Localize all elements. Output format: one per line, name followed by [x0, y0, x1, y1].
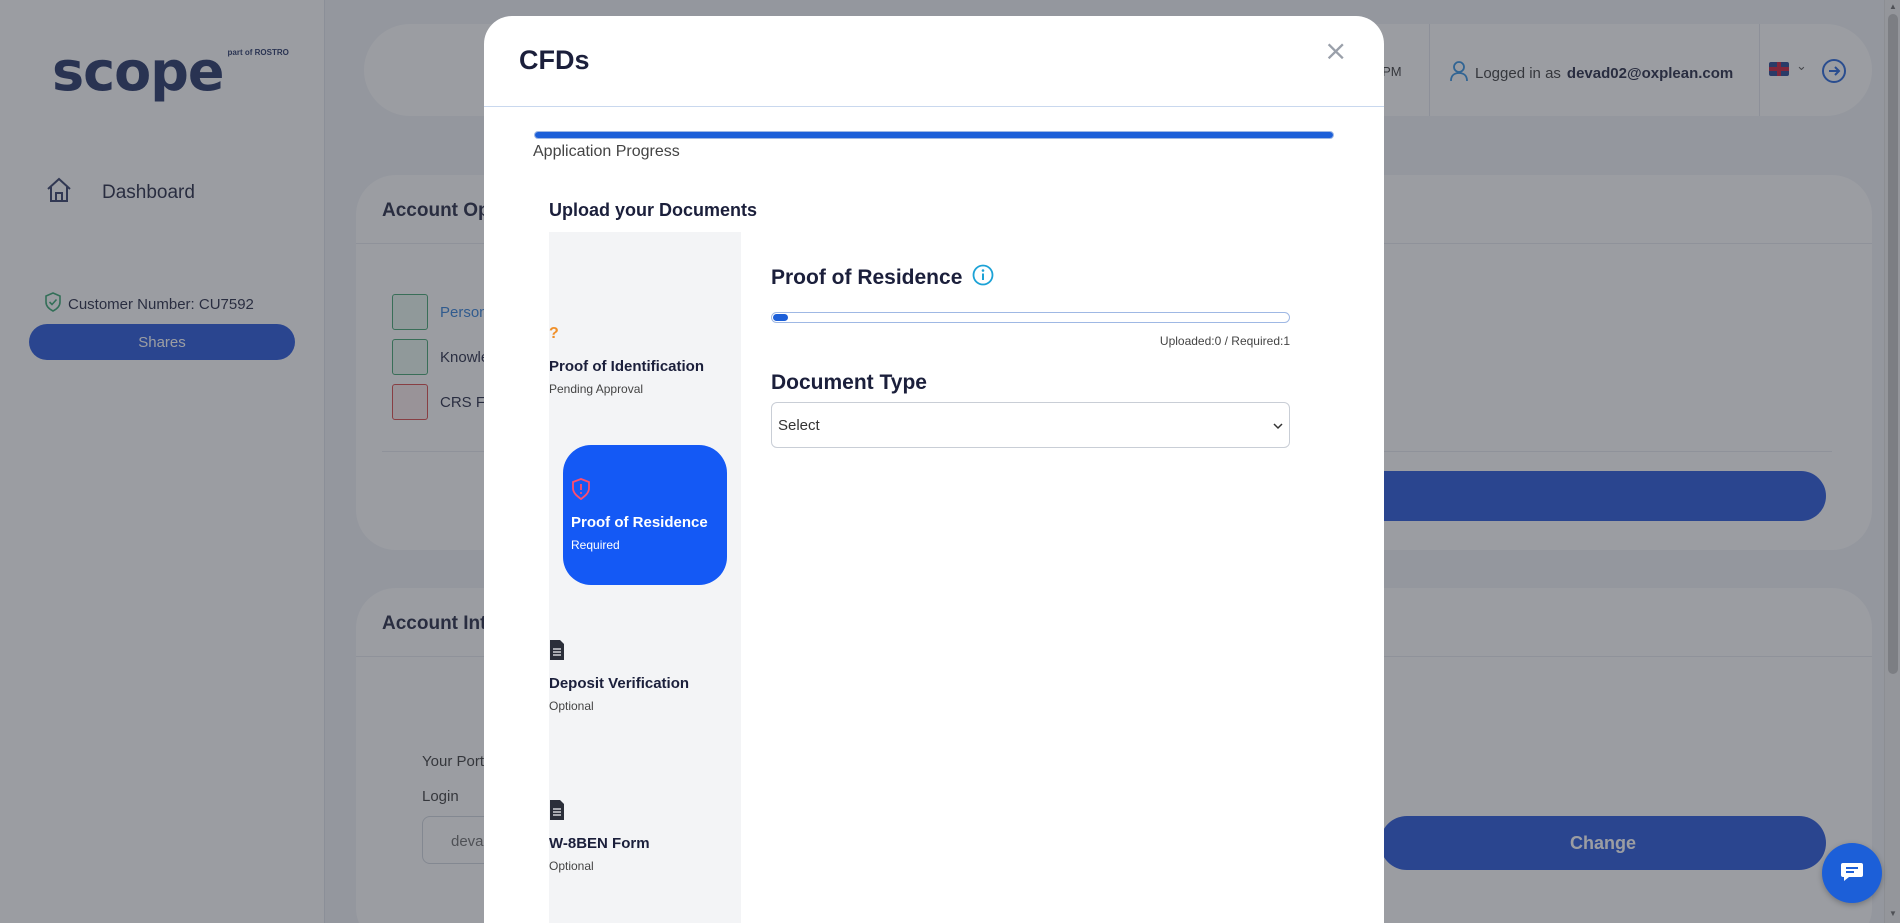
document-type-select[interactable]: Select: [771, 402, 1290, 448]
application-progress-bar: [534, 131, 1334, 139]
close-icon[interactable]: ×: [1324, 36, 1347, 66]
doc-item-proof-of-identification[interactable]: ? Proof of Identification Pending Approv…: [549, 322, 741, 396]
chevron-down-icon: [1273, 417, 1283, 434]
doc-item-w8ben-form[interactable]: W-8BEN Form Optional: [549, 799, 741, 873]
doc-status: Optional: [549, 859, 594, 873]
application-progress-fill: [535, 132, 1333, 138]
doc-item-deposit-verification[interactable]: Deposit Verification Optional: [549, 639, 741, 713]
doc-item-proof-of-residence[interactable]: Proof of Residence Required: [563, 445, 727, 585]
doc-name: W-8BEN Form: [549, 835, 650, 852]
upload-count: Uploaded:0 / Required:1: [1159, 334, 1290, 348]
document-type-value: Select: [778, 416, 820, 434]
doc-status: Optional: [549, 699, 594, 713]
detail-title: Proof of Residence: [771, 264, 994, 292]
chat-button[interactable]: [1822, 843, 1882, 903]
chat-icon: [1839, 860, 1865, 887]
modal-title: CFDs: [519, 45, 590, 75]
doc-name: Proof of Identification: [549, 358, 704, 375]
doc-status: Pending Approval: [549, 382, 644, 396]
upload-progress-fill: [773, 314, 789, 321]
shield-alert-icon: [571, 478, 719, 502]
doc-name: Proof of Residence: [571, 514, 708, 531]
detail-title-text: Proof of Residence: [771, 266, 963, 289]
question-icon: ?: [549, 325, 559, 342]
upload-progress-bar: [771, 312, 1290, 323]
document-icon: [549, 799, 741, 823]
modal-header: CFDs ×: [484, 16, 1384, 107]
doc-name: Deposit Verification: [549, 675, 690, 692]
document-icon: [549, 639, 741, 663]
upload-heading: Upload your Documents: [549, 200, 758, 220]
cfds-modal: CFDs × Application Progress Upload your …: [484, 16, 1384, 923]
document-list: ? Proof of Identification Pending Approv…: [549, 232, 741, 923]
document-type-label: Document Type: [771, 371, 927, 394]
application-progress-label: Application Progress: [533, 143, 680, 160]
doc-status: Required: [571, 538, 620, 552]
info-icon[interactable]: [972, 264, 994, 292]
